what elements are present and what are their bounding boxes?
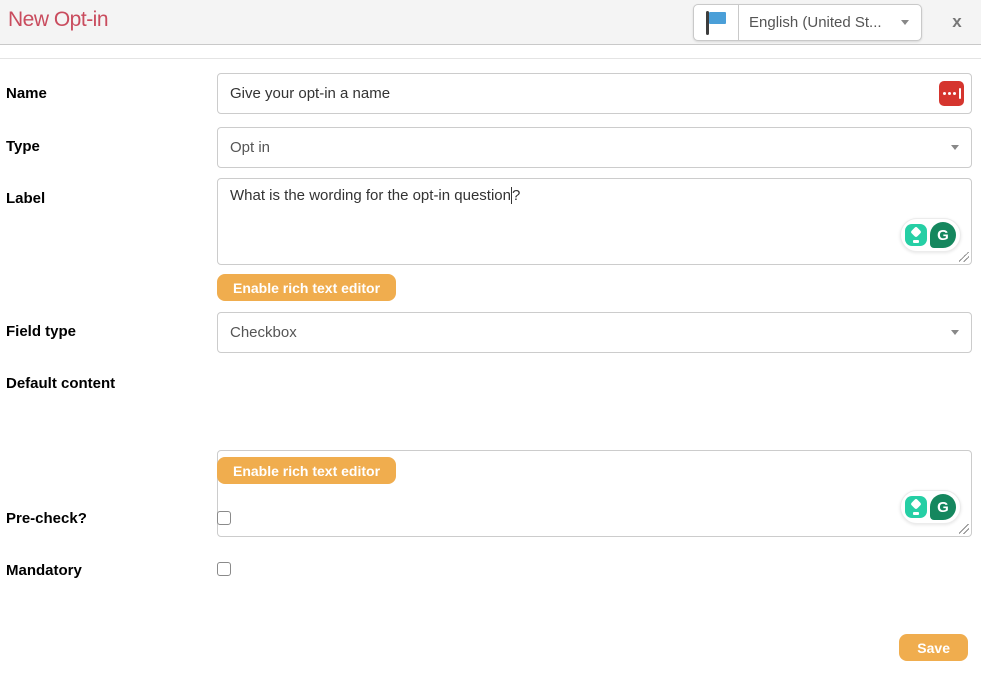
- close-button[interactable]: x: [946, 11, 968, 33]
- enable-rich-text-button-label-field[interactable]: Enable rich text editor: [217, 274, 396, 301]
- grammarly-logo-icon[interactable]: G: [930, 222, 956, 248]
- name-label: Name: [6, 85, 47, 102]
- mandatory-label: Mandatory: [6, 562, 82, 579]
- pre-check-checkbox[interactable]: [217, 511, 231, 525]
- type-select-value: Opt in: [230, 139, 270, 156]
- grammarly-widget: G: [900, 490, 961, 524]
- name-field-wrap: [217, 73, 972, 114]
- label-textarea-value-suffix: ?: [512, 187, 520, 204]
- chevron-down-icon: [901, 20, 909, 25]
- language-flag-button[interactable]: [694, 5, 739, 40]
- chevron-down-icon: [951, 330, 959, 335]
- chevron-down-icon: [951, 145, 959, 150]
- pre-check-label: Pre-check?: [6, 510, 87, 527]
- field-type-select[interactable]: Checkbox: [217, 312, 972, 353]
- page-title: New Opt-in: [8, 8, 108, 32]
- flag-icon: [703, 9, 729, 37]
- grammarly-logo-icon[interactable]: G: [930, 494, 956, 520]
- default-content-label: Default content: [6, 375, 115, 392]
- lastpass-icon[interactable]: [939, 81, 964, 106]
- save-button[interactable]: Save: [899, 634, 968, 661]
- language-dropdown[interactable]: English (United St...: [739, 5, 921, 40]
- language-dropdown-value: English (United St...: [749, 14, 882, 31]
- type-select[interactable]: Opt in: [217, 127, 972, 168]
- label-field-label: Label: [6, 190, 45, 207]
- grammarly-suggestions-icon[interactable]: [905, 224, 927, 246]
- label-textarea-value: What is the wording for the opt-in quest…: [230, 187, 511, 204]
- field-type-select-value: Checkbox: [230, 324, 297, 341]
- resize-handle-icon[interactable]: [959, 524, 969, 534]
- label-textarea[interactable]: What is the wording for the opt-in quest…: [217, 178, 972, 265]
- grammarly-widget: G: [900, 218, 961, 252]
- modal-header: New Opt-in English (United St... x: [0, 0, 981, 45]
- enable-rich-text-button-default-content[interactable]: Enable rich text editor: [217, 457, 396, 484]
- header-divider: [0, 58, 981, 59]
- mandatory-checkbox[interactable]: [217, 562, 231, 576]
- field-type-label: Field type: [6, 323, 76, 340]
- name-input[interactable]: [217, 73, 972, 114]
- language-selector: English (United St...: [693, 4, 922, 41]
- grammarly-suggestions-icon[interactable]: [905, 496, 927, 518]
- resize-handle-icon[interactable]: [959, 252, 969, 262]
- type-label: Type: [6, 138, 40, 155]
- new-opt-in-modal: New Opt-in English (United St... x Name …: [0, 0, 981, 674]
